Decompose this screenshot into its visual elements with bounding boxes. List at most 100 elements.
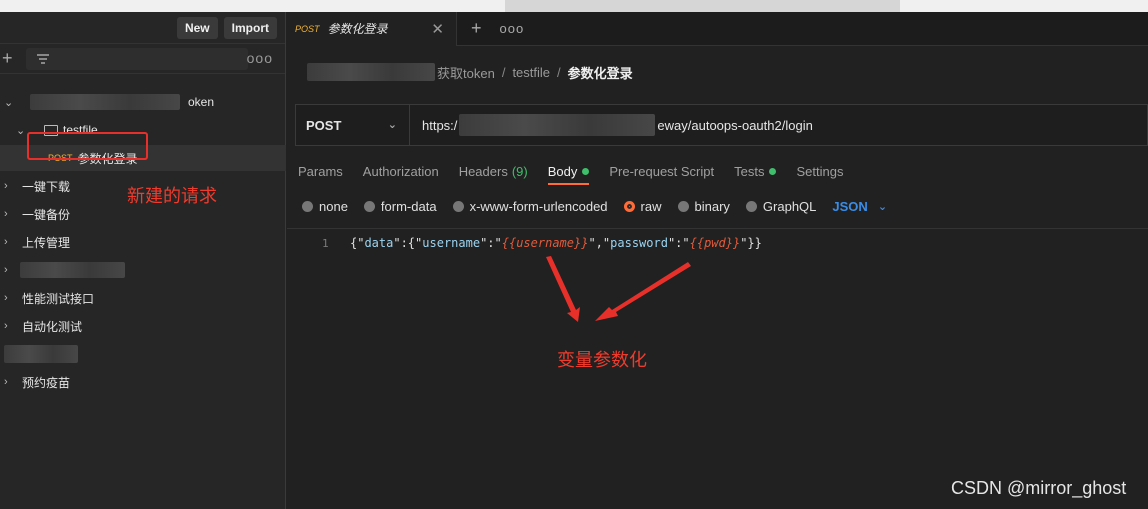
arrow-right-icon [595, 262, 691, 321]
tree-item-blurred[interactable]: › [0, 257, 286, 283]
tree-item[interactable]: › 自动化测试 [0, 313, 286, 339]
radio-label: GraphQL [762, 198, 817, 214]
chevron-right-icon: › [4, 376, 8, 388]
top-strip [0, 0, 1148, 12]
add-collection-icon[interactable]: + [0, 48, 18, 69]
blurred-region [4, 345, 78, 363]
new-tab-icon[interactable]: + [471, 18, 482, 39]
close-icon[interactable]: ✕ [431, 20, 444, 38]
code-punct: {" [350, 236, 365, 250]
radio-label: form-data [380, 198, 437, 214]
url-end: eway/autoops-oauth2/login [657, 117, 813, 133]
filter-icon [36, 52, 50, 66]
code-punct: ":" [480, 236, 502, 250]
annotation-new-request: 新建的请求 [127, 186, 217, 206]
code-key: username [422, 236, 481, 250]
chevron-right-icon: › [4, 292, 8, 304]
tab-request[interactable]: POST 参数化登录 ✕ [287, 11, 457, 46]
tab-bar: POST 参数化登录 ✕ + ooo [287, 11, 1148, 46]
tree-item-collection[interactable]: ⌄ oken [0, 89, 286, 115]
code-punct: ":" [667, 236, 690, 250]
tree-item-blurred[interactable] [0, 341, 286, 367]
tab-headers[interactable]: Headers (9) [459, 164, 528, 179]
tab-method: POST [295, 23, 320, 34]
blurred-region [459, 114, 656, 136]
code-punct: ":{" [393, 236, 423, 250]
code-punct: "," [588, 236, 611, 250]
tab-tests-label: Tests [734, 163, 765, 179]
chevron-down-icon: ⌄ [16, 124, 26, 137]
chevron-down-icon: ⌄ [387, 119, 397, 131]
sidebar-header: New Import [0, 12, 285, 44]
blurred-region [307, 63, 435, 81]
filter-input[interactable] [26, 48, 248, 70]
more-tabs-icon[interactable]: ooo [500, 21, 525, 36]
blurred-region [505, 0, 900, 12]
tab-settings[interactable]: Settings [796, 164, 843, 179]
new-button[interactable]: New [176, 16, 218, 39]
radio-urlencoded[interactable]: x-www-form-urlencoded [452, 198, 608, 214]
tree-item-label: 性能测试接口 [22, 291, 95, 306]
blurred-region [20, 262, 125, 278]
more-options-icon[interactable]: ooo [247, 50, 273, 66]
tree-item[interactable]: › 性能测试接口 [0, 285, 286, 311]
radio-binary[interactable]: binary [677, 198, 730, 214]
radio-label: x-www-form-urlencoded [469, 198, 608, 214]
highlight-box [27, 132, 148, 160]
tree-item[interactable]: › 上传管理 [0, 229, 286, 255]
watermark: CSDN @mirror_ghost [951, 478, 1127, 498]
code-editor[interactable]: {"data":{"username":"{{username}}","pass… [350, 236, 762, 250]
import-button[interactable]: Import [223, 16, 277, 39]
chevron-down-icon: ⌄ [4, 96, 14, 109]
tab-authorization[interactable]: Authorization [363, 164, 439, 179]
status-dot-icon [582, 167, 590, 175]
sidebar-toolbar: + ooo [0, 44, 285, 74]
chevron-right-icon: › [4, 208, 8, 220]
radio-icon [677, 200, 689, 212]
breadcrumb-folder[interactable]: testfile [512, 65, 550, 80]
breadcrumb-collection[interactable]: 获取token [437, 63, 495, 82]
radio-icon [452, 200, 464, 212]
editor-divider [287, 228, 1148, 229]
breadcrumb-separator: / [501, 64, 506, 80]
tab-prerequest[interactable]: Pre-request Script [609, 164, 714, 179]
code-key: data [364, 236, 394, 250]
format-select[interactable]: JSON ⌄ [832, 199, 887, 214]
blurred-region [30, 94, 180, 110]
tree-item-label: 一键下载 [22, 179, 71, 194]
body-type-options: none form-data x-www-form-urlencoded raw… [302, 196, 887, 216]
tree-item-label: 自动化测试 [22, 319, 83, 334]
radio-label: binary [694, 198, 730, 214]
arrow-left-icon [546, 256, 580, 322]
chevron-right-icon: › [4, 180, 8, 192]
chevron-down-icon: ⌄ [877, 200, 888, 213]
breadcrumb-separator: / [557, 64, 561, 80]
url-input[interactable]: https:/ eway/autoops-oauth2/login [410, 114, 813, 136]
tree-item[interactable]: › 预约疫苗 [0, 369, 286, 395]
radio-raw[interactable]: raw [623, 198, 662, 214]
method-select[interactable]: POST ⌄ [296, 105, 410, 145]
radio-label: raw [640, 198, 662, 214]
code-punct: "}} [740, 236, 762, 250]
status-dot-icon [769, 167, 777, 175]
tab-body[interactable]: Body [547, 163, 590, 185]
method-value: POST [306, 117, 342, 133]
tab-tests[interactable]: Tests [734, 163, 777, 179]
tab-params[interactable]: Params [298, 164, 343, 179]
breadcrumb-current: 参数化登录 [567, 65, 633, 81]
code-variable: {{username}} [501, 236, 589, 250]
code-key: password [610, 236, 668, 250]
radio-form-data[interactable]: form-data [363, 198, 437, 214]
chevron-right-icon: › [4, 236, 8, 248]
format-value: JSON [832, 198, 868, 214]
radio-icon [302, 200, 313, 212]
tree-item-label: 一键备份 [22, 207, 71, 222]
radio-selected-icon [623, 200, 635, 212]
annotation-arrows [546, 256, 691, 322]
line-number: 1 [322, 237, 329, 250]
radio-none[interactable]: none [302, 199, 348, 214]
radio-graphql[interactable]: GraphQL [745, 198, 817, 214]
tree-item-label: 预约疫苗 [22, 375, 71, 390]
tree-item-label: 上传管理 [22, 235, 71, 250]
tab-body-label: Body [547, 163, 578, 179]
